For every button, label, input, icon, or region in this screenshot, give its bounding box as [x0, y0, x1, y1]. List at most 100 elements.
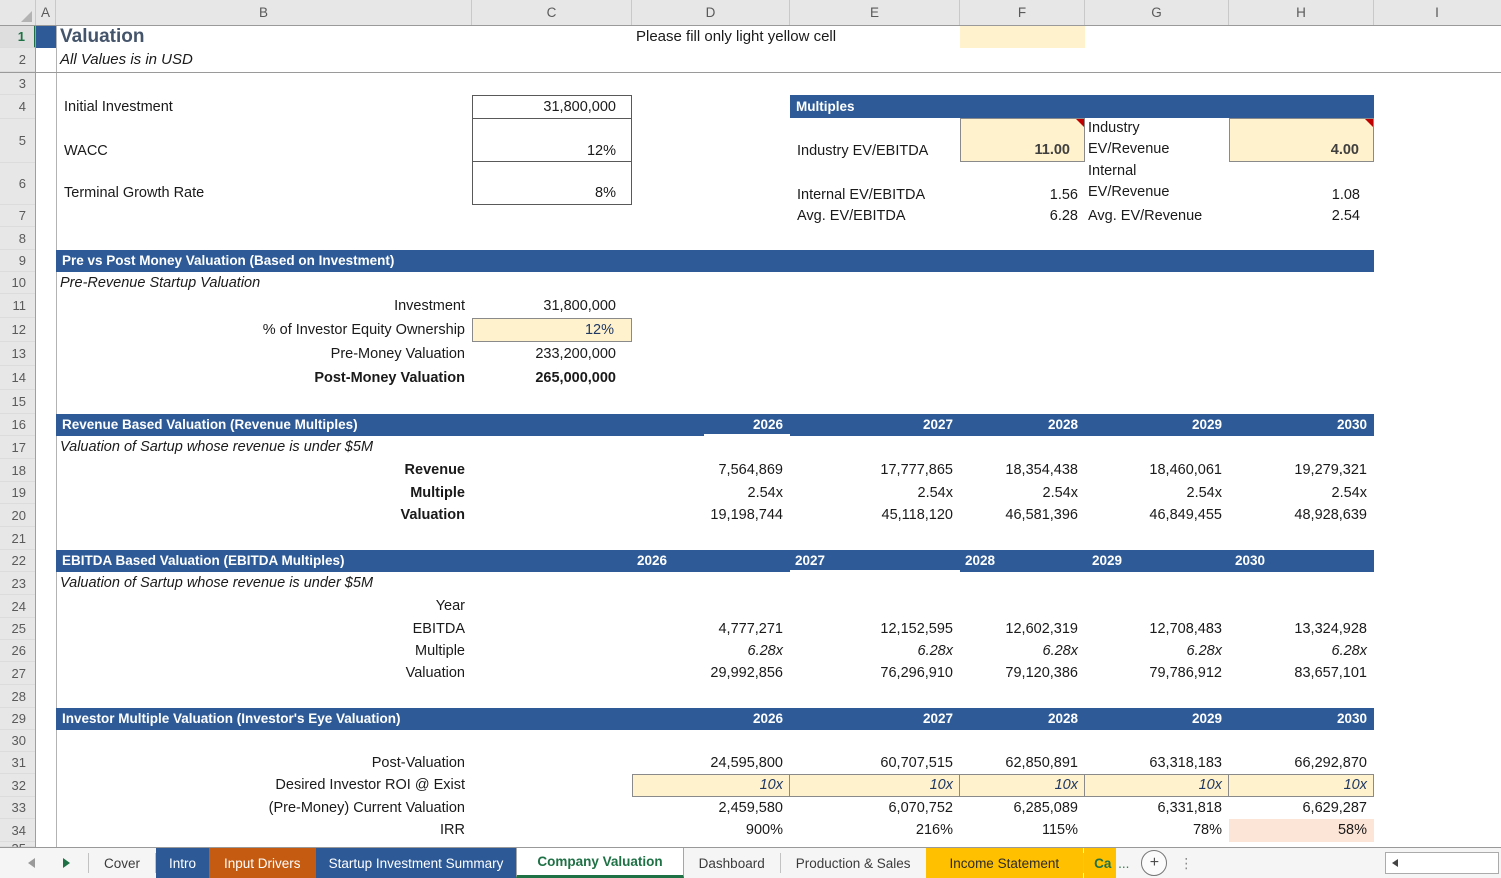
- row-header-30[interactable]: 30: [0, 730, 35, 752]
- ebitda-multiple-2030[interactable]: 6.28x: [1229, 640, 1367, 662]
- initial-investment-value[interactable]: 31,800,000: [472, 95, 624, 119]
- desired-roi-2026[interactable]: 10x: [632, 774, 783, 797]
- a1-blue-cell[interactable]: [36, 26, 56, 48]
- row-header-7[interactable]: 7: [0, 205, 35, 227]
- row-header-13[interactable]: 13: [0, 342, 35, 366]
- col-header-c[interactable]: C: [472, 0, 632, 25]
- horizontal-scrollbar[interactable]: [1385, 852, 1499, 874]
- desired-roi-2027[interactable]: 10x: [790, 774, 953, 797]
- col-header-d[interactable]: D: [632, 0, 790, 25]
- internal-ev-ebitda-value[interactable]: 1.56: [960, 163, 1078, 203]
- col-header-e[interactable]: E: [790, 0, 960, 25]
- row-header-33[interactable]: 33: [0, 797, 35, 819]
- row-header-22[interactable]: 22: [0, 550, 35, 572]
- scroll-left-icon[interactable]: [1392, 859, 1398, 867]
- pre-money-value[interactable]: 233,200,000: [472, 342, 624, 366]
- row-header-2[interactable]: 2: [0, 48, 35, 72]
- ebitda-multiple-2027[interactable]: 6.28x: [790, 640, 953, 662]
- post-valuation-2027[interactable]: 60,707,515: [790, 752, 953, 774]
- col-header-a[interactable]: A: [36, 0, 56, 25]
- tab-intro[interactable]: Intro: [156, 848, 209, 878]
- row-header-6[interactable]: 6: [0, 163, 35, 205]
- current-valuation-2028[interactable]: 6,285,089: [960, 797, 1078, 819]
- avg-ev-revenue-value[interactable]: 2.54: [1229, 205, 1367, 227]
- row-header-32[interactable]: 32: [0, 774, 35, 797]
- rev-multiple-2027[interactable]: 2.54x: [790, 482, 953, 504]
- wacc-value[interactable]: 12%: [472, 119, 624, 159]
- row-header-21[interactable]: 21: [0, 527, 35, 550]
- row-header-16[interactable]: 16: [0, 414, 35, 436]
- row-header-11[interactable]: 11: [0, 294, 35, 318]
- post-valuation-2026[interactable]: 24,595,800: [632, 752, 783, 774]
- row-header-1[interactable]: 1: [0, 26, 36, 48]
- current-valuation-2027[interactable]: 6,070,752: [790, 797, 953, 819]
- row-header-19[interactable]: 19: [0, 482, 35, 504]
- tab-truncated[interactable]: Ca: [1084, 848, 1116, 878]
- current-valuation-2029[interactable]: 6,331,818: [1085, 797, 1222, 819]
- row-header-15[interactable]: 15: [0, 390, 35, 414]
- row-header-26[interactable]: 26: [0, 640, 35, 662]
- col-header-b[interactable]: B: [56, 0, 472, 25]
- row-header-14[interactable]: 14: [0, 366, 35, 390]
- rev-valuation-2028[interactable]: 46,581,396: [960, 504, 1078, 527]
- row-header-10[interactable]: 10: [0, 272, 35, 294]
- row-header-8[interactable]: 8: [0, 227, 35, 250]
- tab-startup-investment-summary[interactable]: Startup Investment Summary: [316, 848, 517, 878]
- post-valuation-2030[interactable]: 66,292,870: [1229, 752, 1367, 774]
- equity-ownership-value[interactable]: 12%: [472, 318, 624, 342]
- row-header-34[interactable]: 34: [0, 819, 35, 842]
- rev-valuation-2029[interactable]: 46,849,455: [1085, 504, 1222, 527]
- post-valuation-2028[interactable]: 62,850,891: [960, 752, 1078, 774]
- post-money-value[interactable]: 265,000,000: [472, 366, 624, 390]
- row-header-29[interactable]: 29: [0, 708, 35, 730]
- ebitda-valuation-2028[interactable]: 79,120,386: [960, 662, 1078, 685]
- tabs-scroll-right-icon[interactable]: [63, 858, 70, 868]
- row-header-4[interactable]: 4: [0, 95, 35, 119]
- industry-ev-revenue-value[interactable]: 4.00: [1229, 119, 1367, 158]
- row-header-5[interactable]: 5: [0, 119, 35, 163]
- col-header-i[interactable]: I: [1374, 0, 1500, 25]
- irr-2026[interactable]: 900%: [632, 819, 783, 842]
- revenue-2027[interactable]: 17,777,865: [790, 459, 953, 482]
- row-header-28[interactable]: 28: [0, 685, 35, 708]
- rev-valuation-2027[interactable]: 45,118,120: [790, 504, 953, 527]
- ebitda-valuation-2027[interactable]: 76,296,910: [790, 662, 953, 685]
- current-valuation-2026[interactable]: 2,459,580: [632, 797, 783, 819]
- row-header-18[interactable]: 18: [0, 459, 35, 482]
- rev-multiple-2026[interactable]: 2.54x: [632, 482, 783, 504]
- add-sheet-button[interactable]: +: [1141, 850, 1167, 876]
- ebitda-2030[interactable]: 13,324,928: [1229, 618, 1367, 640]
- row-header-9[interactable]: 9: [0, 250, 35, 272]
- desired-roi-2029[interactable]: 10x: [1085, 774, 1222, 797]
- avg-ev-ebitda-value[interactable]: 6.28: [960, 205, 1078, 227]
- revenue-2026[interactable]: 7,564,869: [632, 459, 783, 482]
- ebitda-valuation-2029[interactable]: 79,786,912: [1085, 662, 1222, 685]
- rev-multiple-2030[interactable]: 2.54x: [1229, 482, 1367, 504]
- row-header-24[interactable]: 24: [0, 595, 35, 618]
- revenue-2028[interactable]: 18,354,438: [960, 459, 1078, 482]
- revenue-2030[interactable]: 19,279,321: [1229, 459, 1367, 482]
- desired-roi-2030[interactable]: 10x: [1229, 774, 1367, 797]
- ebitda-multiple-2028[interactable]: 6.28x: [960, 640, 1078, 662]
- ebitda-2029[interactable]: 12,708,483: [1085, 618, 1222, 640]
- rev-valuation-2030[interactable]: 48,928,639: [1229, 504, 1367, 527]
- row-header-20[interactable]: 20: [0, 504, 35, 527]
- col-header-h[interactable]: H: [1229, 0, 1374, 25]
- row-header-23[interactable]: 23: [0, 572, 35, 595]
- select-all-corner[interactable]: [0, 0, 36, 25]
- revenue-2029[interactable]: 18,460,061: [1085, 459, 1222, 482]
- ebitda-multiple-2026[interactable]: 6.28x: [632, 640, 783, 662]
- desired-roi-2028[interactable]: 10x: [960, 774, 1078, 797]
- tab-cover[interactable]: Cover: [89, 848, 155, 878]
- row-header-3[interactable]: 3: [0, 72, 35, 95]
- tab-company-valuation-active[interactable]: Company Valuation: [516, 848, 683, 878]
- tab-input-drivers[interactable]: Input Drivers: [209, 848, 316, 878]
- internal-ev-revenue-value[interactable]: 1.08: [1229, 163, 1367, 203]
- ebitda-multiple-2029[interactable]: 6.28x: [1085, 640, 1222, 662]
- row-header-17[interactable]: 17: [0, 436, 35, 459]
- irr-2030[interactable]: 58%: [1229, 819, 1367, 842]
- ebitda-valuation-2030[interactable]: 83,657,101: [1229, 662, 1367, 685]
- ebitda-2028[interactable]: 12,602,319: [960, 618, 1078, 640]
- row-header-27[interactable]: 27: [0, 662, 35, 685]
- tabs-scroll-left-icon[interactable]: [28, 858, 35, 868]
